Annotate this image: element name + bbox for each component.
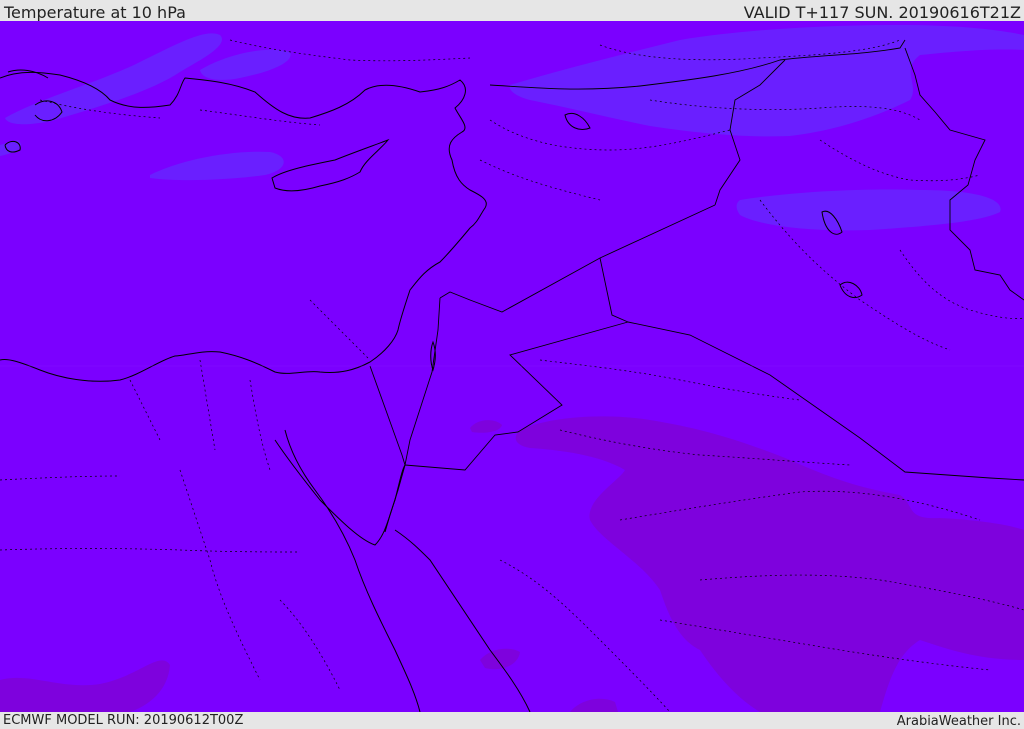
weather-map[interactable]: [0, 21, 1024, 712]
provider-label: ArabiaWeather Inc.: [896, 714, 1021, 729]
map-title: Temperature at 10 hPa: [4, 3, 186, 22]
footer-bar: ECMWF MODEL RUN: 20190612T00Z ArabiaWeat…: [0, 712, 1024, 729]
map-canvas: [0, 21, 1024, 712]
valid-time-label: VALID T+117 SUN. 20190616T21Z: [743, 3, 1021, 22]
header-bar: Temperature at 10 hPa VALID T+117 SUN. 2…: [0, 0, 1024, 22]
model-run-label: ECMWF MODEL RUN: 20190612T00Z: [3, 713, 244, 728]
